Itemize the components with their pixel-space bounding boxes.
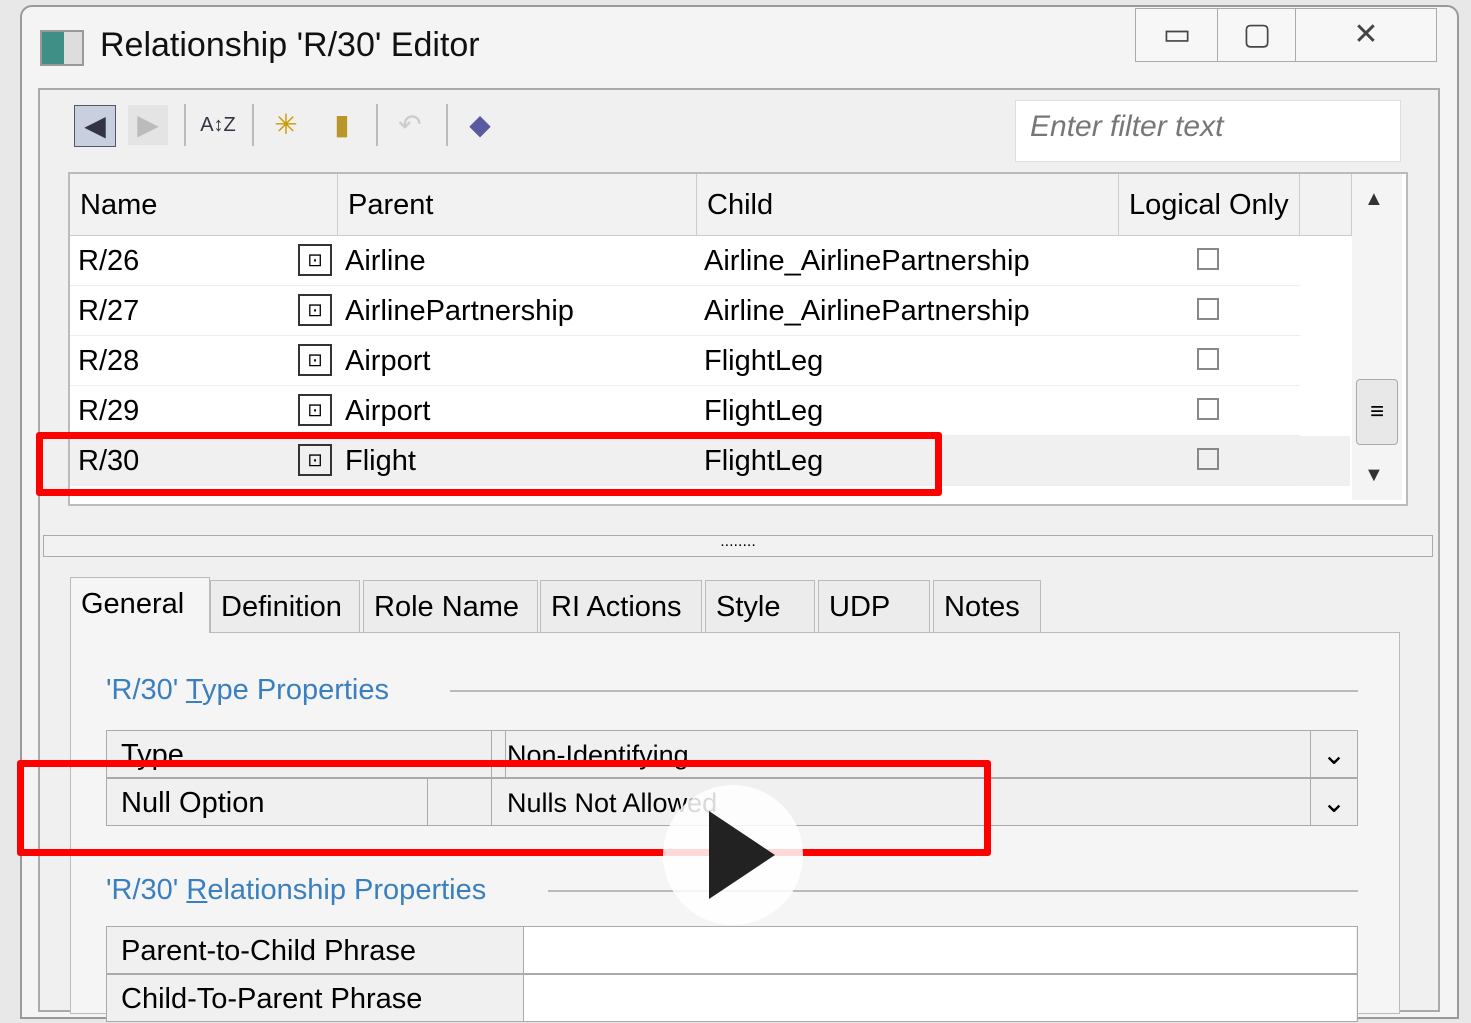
sort-icon[interactable]: A↕Z (198, 105, 238, 145)
logical-only-checkbox[interactable] (1197, 398, 1219, 420)
tab-style[interactable]: Style (705, 580, 815, 632)
property-row-child-to-parent[interactable]: Child-To-Parent Phrase (106, 974, 1358, 1022)
toolbar-separator (376, 104, 378, 146)
previous-icon[interactable]: ◀ (74, 105, 116, 147)
property-label: Child-To-Parent Phrase (121, 983, 423, 1015)
toolbar-separator (184, 104, 186, 146)
cell-child: Airline_AirlinePartnership (697, 236, 1119, 286)
relationship-properties-title: 'R/30' Relationship Properties (106, 874, 487, 906)
scroll-thumb[interactable]: ≡ (1356, 379, 1398, 445)
property-row-parent-to-child[interactable]: Parent-to-Child Phrase (106, 926, 1358, 974)
property-label: Parent-to-Child Phrase (121, 935, 416, 967)
maximize-button[interactable]: ▢ (1217, 8, 1297, 62)
column-header-parent[interactable]: Parent (338, 174, 697, 236)
filter-input[interactable]: Enter filter text (1015, 100, 1401, 162)
tab-notes[interactable]: Notes (933, 580, 1041, 632)
tab-ri-actions[interactable]: RI Actions (540, 580, 702, 632)
grid-scrollbar[interactable]: ▲ ≡ ▼ (1352, 174, 1402, 500)
chevron-down-icon[interactable]: ⌄ (1310, 779, 1357, 825)
chevron-down-icon[interactable]: ⌄ (1310, 731, 1357, 777)
window-title: Relationship 'R/30' Editor (100, 26, 480, 64)
table-row[interactable]: R/28 ⊡ Airport FlightLeg (70, 336, 1350, 386)
next-icon[interactable]: ▶ (128, 105, 168, 145)
entity-icon: ⊡ (298, 294, 332, 326)
undo-icon[interactable]: ↶ (390, 105, 430, 145)
logical-only-checkbox[interactable] (1197, 248, 1219, 270)
video-play-button[interactable] (663, 785, 803, 925)
logical-only-checkbox[interactable] (1197, 348, 1219, 370)
entity-icon: ⊡ (298, 244, 332, 276)
app-icon (40, 30, 84, 66)
scroll-down-icon[interactable]: ▼ (1364, 464, 1384, 487)
cell-logical-only (1119, 236, 1300, 286)
cell-parent: Airport (338, 386, 697, 436)
child-to-parent-input[interactable] (523, 975, 1356, 1021)
scroll-up-icon[interactable]: ▲ (1364, 188, 1384, 211)
logical-only-checkbox[interactable] (1197, 298, 1219, 320)
close-button[interactable]: ✕ (1295, 8, 1437, 62)
column-header-name[interactable]: Name (70, 174, 338, 236)
tab-general[interactable]: General (70, 577, 210, 633)
table-row[interactable]: R/27 ⊡ AirlinePartnership Airline_Airlin… (70, 286, 1350, 336)
cell-logical-only (1119, 336, 1300, 386)
splitter-handle[interactable]: ........ (43, 534, 1433, 557)
properties-icon[interactable]: ◆ (460, 105, 500, 145)
section-divider (450, 690, 1358, 692)
highlight-box-selected-row (36, 432, 942, 496)
minimize-button[interactable]: ▭ (1135, 8, 1219, 62)
table-row[interactable]: R/29 ⊡ Airport FlightLeg (70, 386, 1350, 436)
table-row[interactable]: R/26 ⊡ Airline Airline_AirlinePartnershi… (70, 236, 1350, 286)
toolbar-separator (446, 104, 448, 146)
tab-udp[interactable]: UDP (818, 580, 930, 632)
cell-parent: Airline (338, 236, 697, 286)
column-header-spacer (1300, 174, 1352, 236)
delete-icon[interactable]: ▮ (322, 105, 362, 145)
cell-logical-only (1119, 386, 1300, 436)
cell-logical-only (1119, 436, 1300, 486)
cell-parent: Airport (338, 336, 697, 386)
section-divider (548, 890, 1358, 892)
cell-child: Airline_AirlinePartnership (697, 286, 1119, 336)
highlight-box-null-option (17, 760, 991, 856)
play-icon (709, 811, 775, 899)
cell-child: FlightLeg (697, 386, 1119, 436)
cell-child: FlightLeg (697, 336, 1119, 386)
entity-icon: ⊡ (298, 394, 332, 426)
entity-icon: ⊡ (298, 344, 332, 376)
column-header-logical-only[interactable]: Logical Only (1119, 174, 1300, 236)
cell-parent: AirlinePartnership (338, 286, 697, 336)
new-icon[interactable]: ✳ (266, 105, 306, 145)
toolbar-separator (252, 104, 254, 146)
cell-logical-only (1119, 286, 1300, 336)
tab-definition[interactable]: Definition (210, 580, 360, 632)
column-header-child[interactable]: Child (697, 174, 1119, 236)
parent-to-child-input[interactable] (523, 927, 1356, 973)
logical-only-checkbox[interactable] (1197, 448, 1219, 470)
type-properties-title: 'R/30' Type Properties (106, 674, 389, 706)
tab-role-name[interactable]: Role Name (363, 580, 538, 632)
